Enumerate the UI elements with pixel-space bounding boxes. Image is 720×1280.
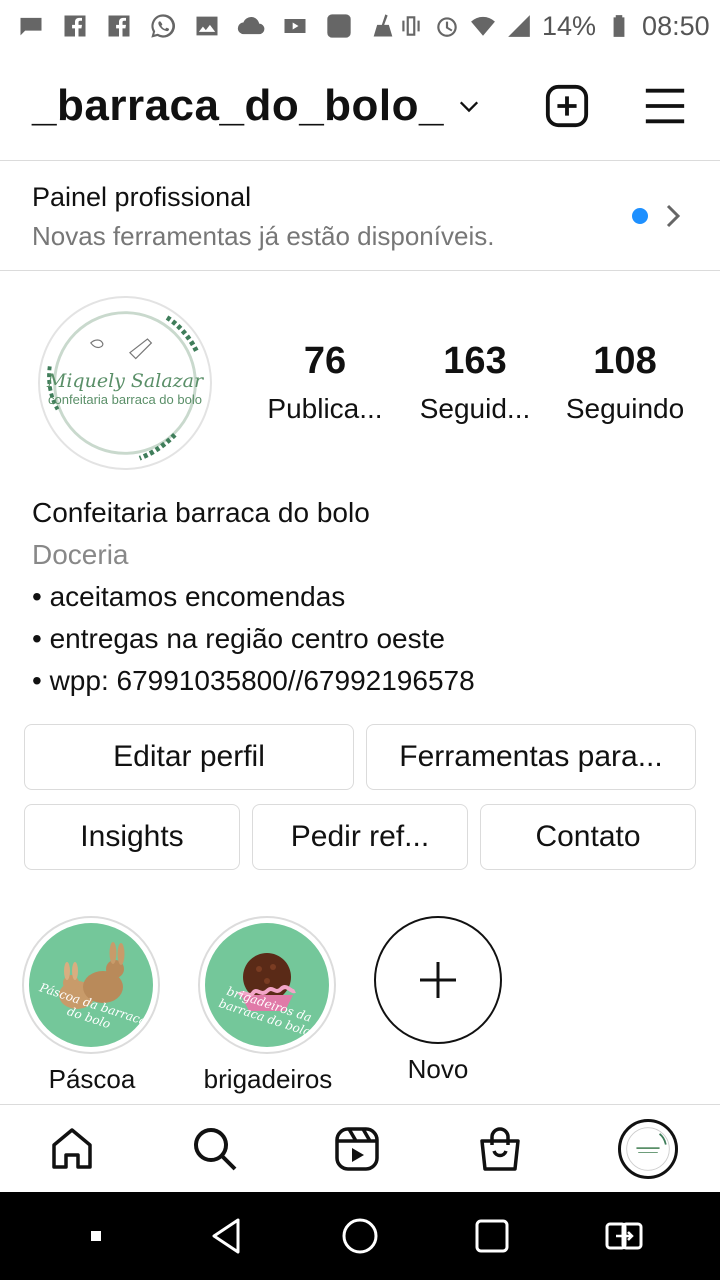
followers-count[interactable]: 163 Seguid...: [400, 340, 550, 425]
following-count[interactable]: 108 Seguindo: [550, 340, 700, 425]
dashboard-subtitle: Novas ferramentas já estão disponíveis.: [32, 221, 495, 251]
reels-icon[interactable]: [333, 1125, 381, 1173]
back-icon[interactable]: [208, 1216, 248, 1256]
bio-line: • wpp: 67991035800//67992196578: [32, 665, 475, 696]
menu-dot-icon[interactable]: [76, 1216, 116, 1256]
plus-icon: [420, 962, 456, 998]
cleaner-icon: [368, 11, 398, 41]
chevron-down-icon[interactable]: [458, 95, 480, 117]
avatar-logo-name: Miquely Salazar: [46, 370, 204, 392]
system-navigation-bar: [0, 1192, 720, 1280]
highlight-label: Novo: [407, 1054, 469, 1084]
insights-button[interactable]: Insights: [24, 804, 240, 870]
recents-icon[interactable]: [472, 1216, 512, 1256]
chevron-right-icon: [666, 204, 681, 228]
bottom-navigation: [0, 1104, 720, 1192]
cloud-icon: [236, 11, 266, 41]
profile-stats: 76 Publica... 163 Seguid... 108 Seguindo: [250, 340, 700, 425]
new-highlight-ring[interactable]: [374, 916, 502, 1044]
notification-dot: [632, 208, 648, 224]
facebook-icon: [60, 11, 90, 41]
search-icon[interactable]: [191, 1125, 239, 1173]
menu-icon[interactable]: [642, 83, 688, 129]
new-highlight[interactable]: Novo: [368, 916, 508, 1085]
highlight-label: brigadeiros: [203, 1064, 333, 1094]
home-icon[interactable]: [48, 1125, 96, 1173]
clock: 08:50: [642, 10, 710, 41]
battery-icon: [613, 15, 625, 37]
facebook-icon: [104, 11, 134, 41]
app-icon: [324, 11, 354, 41]
stat-value: 108: [593, 340, 657, 382]
request-button[interactable]: Pedir ref...: [252, 804, 468, 870]
home-button-icon[interactable]: [340, 1216, 380, 1256]
stat-value: 163: [443, 340, 507, 382]
divider: [0, 270, 720, 271]
wifi-icon: [471, 16, 495, 36]
highlight-brigadeiros[interactable]: brigadeiros da barraca do bolo brigadeir…: [198, 916, 338, 1095]
whatsapp-icon: [148, 11, 178, 41]
status-bar: 14% 08:50: [0, 0, 720, 52]
divider: [0, 160, 720, 161]
highlight-pascoa[interactable]: Páscoa da barraca do bolo Páscoa: [22, 916, 162, 1095]
stat-value: 76: [303, 340, 347, 382]
youtube-icon: [280, 11, 310, 41]
profile-tab-avatar[interactable]: [618, 1118, 678, 1179]
stat-label: Publica...: [267, 393, 383, 424]
chat-icon: [16, 11, 46, 41]
edit-profile-button[interactable]: Editar perfil: [24, 724, 354, 790]
contact-button[interactable]: Contato: [480, 804, 696, 870]
shop-icon[interactable]: [476, 1125, 524, 1173]
bio-name: Confeitaria barraca do bolo: [32, 497, 370, 528]
highlight-ring: brigadeiros da barraca do bolo: [198, 916, 336, 1054]
profile-header: _barraca_do_bolo_: [0, 60, 720, 152]
bio-line: • entregas na região centro oeste: [32, 623, 445, 654]
battery-percent: 14%: [542, 10, 597, 41]
bio-category: Doceria: [32, 539, 129, 570]
professional-dashboard-banner[interactable]: Painel profissional Novas ferramentas já…: [0, 162, 720, 270]
username-switcher[interactable]: _barraca_do_bolo_: [32, 81, 444, 131]
profile-avatar[interactable]: Miquely Salazar confeitaria barraca do b…: [38, 296, 212, 470]
professional-tools-button[interactable]: Ferramentas para...: [366, 724, 696, 790]
avatar-logo-subtitle: confeitaria barraca do bolo: [48, 392, 202, 407]
dashboard-title: Painel profissional: [32, 182, 252, 212]
profile-bio: Confeitaria barraca do bolo Doceria • ac…: [32, 492, 692, 702]
avatar-thumbnail-icon: [626, 1126, 670, 1171]
create-post-icon[interactable]: [544, 83, 590, 129]
screen-switch-icon[interactable]: [604, 1216, 644, 1256]
highlight-label: Páscoa: [48, 1064, 136, 1094]
highlight-cover: brigadeiros da barraca do bolo: [205, 923, 329, 1047]
bio-line: • aceitamos encomendas: [32, 581, 346, 612]
alarm-icon: [437, 17, 457, 37]
posts-count[interactable]: 76 Publica...: [250, 340, 400, 425]
signal-icon: [508, 15, 530, 37]
stat-label: Seguindo: [565, 393, 685, 424]
image-icon: [192, 11, 222, 41]
vibrate-icon: [402, 16, 420, 36]
stat-label: Seguid...: [419, 393, 531, 424]
highlight-cover: Páscoa da barraca do bolo: [29, 923, 153, 1047]
highlight-ring: Páscoa da barraca do bolo: [22, 916, 160, 1054]
